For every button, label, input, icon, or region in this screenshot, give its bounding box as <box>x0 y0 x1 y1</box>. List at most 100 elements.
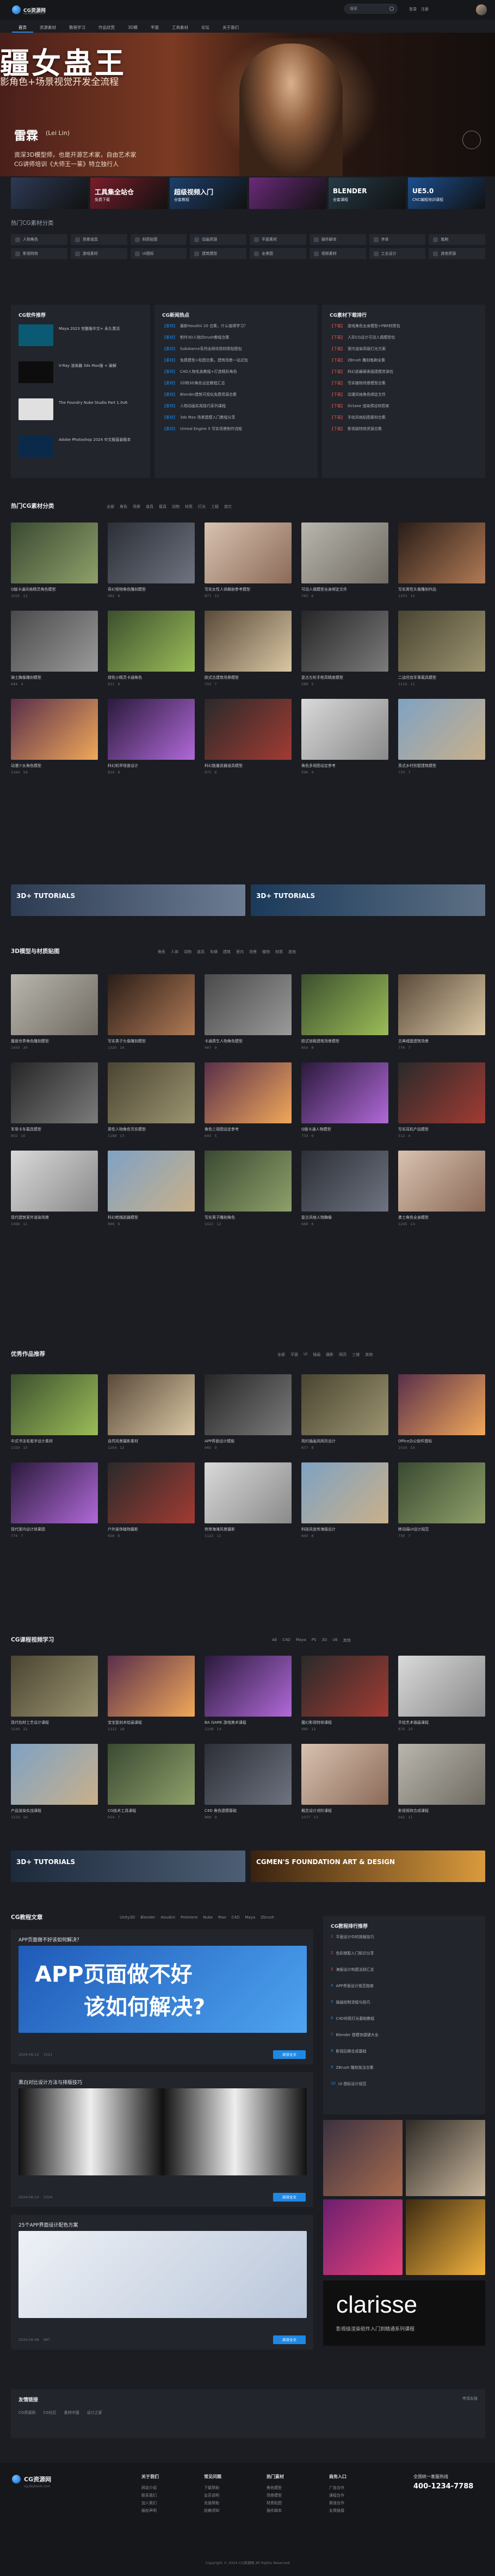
list-item-text[interactable]: Substance系列全网优质材质贴图包 <box>180 346 242 358</box>
nav-item[interactable]: 资源素材 <box>33 22 63 33</box>
card-title[interactable]: 男性人物角色写实模型 <box>108 1123 195 1132</box>
section-tab[interactable]: 材质 <box>185 504 193 509</box>
article-image[interactable] <box>18 2231 307 2318</box>
section-tab[interactable]: UE <box>332 1638 338 1643</box>
card-thumbnail[interactable] <box>301 1062 388 1123</box>
content-card[interactable]: 简约插画风网页设计 877 8 <box>301 1374 388 1455</box>
list-item-text[interactable]: 人形CG设计可动人偶模型包 <box>348 335 395 346</box>
ad-banner[interactable]: 3D+ TUTORIALS <box>11 884 245 916</box>
card-thumbnail[interactable] <box>108 1744 195 1805</box>
side-thumb[interactable] <box>406 2199 485 2275</box>
card-title[interactable]: 可动人偶模型全身绑定文件 <box>301 583 388 592</box>
section-tab[interactable]: Maya <box>245 1915 255 1920</box>
quick-category[interactable]: UI图标 <box>130 248 187 259</box>
quick-category[interactable]: 人物角色 <box>11 234 67 245</box>
content-card[interactable]: 写实男子头像雕刻模型 1320 16 <box>108 974 195 1055</box>
section-tab[interactable]: 载具 <box>159 504 166 509</box>
software-label[interactable]: V-Ray 渲染器 3ds Max版 + 破解 <box>59 361 140 383</box>
card-thumbnail[interactable] <box>398 1151 485 1212</box>
card-thumbnail[interactable] <box>11 611 98 672</box>
list-item-text[interactable]: 最新Houdini 20 合集，什么值得学习？ <box>180 323 247 335</box>
quick-category[interactable]: 建筑模型 <box>190 248 246 259</box>
apply-link[interactable]: 申请友链 <box>462 2396 478 2401</box>
card-title[interactable]: Q版卡通风格精灵角色模型 <box>11 583 98 592</box>
rank-item[interactable]: 7 Blender 建模快捷键大全 <box>331 2032 483 2049</box>
content-card[interactable]: 产品渲染实战课程 1233 16 <box>11 1744 98 1824</box>
card-title[interactable]: Q版卡通人物模型 <box>301 1123 388 1132</box>
card-title[interactable]: 写实男子头像雕刻模型 <box>108 1035 195 1044</box>
section-tab[interactable]: 其他 <box>365 1352 373 1357</box>
card-thumbnail[interactable] <box>398 522 485 583</box>
card-title[interactable]: 魔兽世界角色雕刻模型 <box>11 1035 98 1044</box>
section-tab[interactable]: 植物 <box>262 949 270 955</box>
list-item-text[interactable]: 制作3D人物Zbrush教程合集 <box>180 335 229 346</box>
card-title[interactable]: 古典城堡建筑场景 <box>398 1035 485 1044</box>
card-thumbnail[interactable] <box>301 1656 388 1717</box>
section-tab[interactable]: 场景 <box>249 949 257 955</box>
section-tab[interactable]: 插画 <box>313 1352 320 1357</box>
list-item[interactable]: 【素材】 Substance系列全网优质材质贴图包 <box>162 346 314 358</box>
list-item[interactable]: 【下载】 Octane 渲染预设材质库 <box>330 403 482 415</box>
rank-item[interactable]: 10 UI 图标设计规范 <box>331 2081 483 2098</box>
section-tab[interactable]: Maya <box>296 1638 306 1643</box>
article-image[interactable] <box>18 2088 307 2175</box>
card-thumbnail[interactable] <box>205 1374 292 1435</box>
content-card[interactable]: 科幻枪械武器模型 899 9 <box>108 1151 195 1231</box>
content-card[interactable]: 复古风格人物胸像 688 6 <box>301 1151 388 1231</box>
side-thumb[interactable] <box>323 2120 403 2196</box>
promo-banner[interactable]: 超级视频入门 全套教程 <box>170 177 247 209</box>
software-item[interactable]: The Foundry Nuke Studio Part 1.0v6 <box>18 398 149 420</box>
rank-item[interactable]: 4 APP界面设计规范指南 <box>331 1983 483 2000</box>
rank-text[interactable]: APP界面设计规范指南 <box>336 1983 373 2000</box>
promo-banner[interactable] <box>11 177 88 209</box>
list-item-text[interactable]: ZBrush 雕刻笔刷全集 <box>348 358 385 369</box>
card-thumbnail[interactable] <box>398 1374 485 1435</box>
list-item[interactable]: 【素材】 Unreal Engine 5 写实场景制作流程 <box>162 426 314 438</box>
card-title[interactable]: 户外装饰植物摄影 <box>108 1523 195 1532</box>
footer-link[interactable]: 会员说明 <box>204 2493 221 2500</box>
list-item-text[interactable]: 科幻武器硬表面建模资源包 <box>348 369 393 380</box>
content-card[interactable]: 角色多视图设定参考 596 4 <box>301 699 388 779</box>
quick-category[interactable]: 影视特效 <box>11 248 67 259</box>
rank-item[interactable]: 2 色彩搭配入门知识分享 <box>331 1951 483 1967</box>
rank-text[interactable]: Blender 建模快捷键大全 <box>336 2032 378 2049</box>
card-title[interactable]: 宝宝复刻术绘画课程 <box>108 1717 195 1725</box>
footer-link[interactable]: 友情链接 <box>329 2508 346 2516</box>
content-card[interactable]: 英式乡村别墅建筑模型 733 7 <box>398 699 485 779</box>
friend-link[interactable]: 素材中国 <box>64 2410 79 2415</box>
content-card[interactable]: 欧式宫殿建筑场景模型 854 8 <box>301 974 388 1055</box>
card-title[interactable]: 现代包材工艺设计课程 <box>11 1717 98 1725</box>
card-thumbnail[interactable] <box>398 1462 485 1523</box>
rank-text[interactable]: 色彩搭配入门知识分享 <box>336 1951 374 1967</box>
content-card[interactable]: 可动人偶模型全身绑定文件 765 6 <box>301 522 388 603</box>
section-tab[interactable]: 动物 <box>172 504 180 509</box>
rank-item[interactable]: 6 C4D材质灯光基础教程 <box>331 2016 483 2032</box>
section-tab[interactable]: 其他 <box>343 1638 351 1643</box>
content-card[interactable]: 概念设计进阶课程 1077 13 <box>301 1744 388 1824</box>
card-thumbnail[interactable] <box>11 699 98 760</box>
card-title[interactable]: 科幻机甲怪兽设计 <box>108 760 195 769</box>
section-tab[interactable]: 动物 <box>184 949 191 955</box>
promo-banner[interactable]: 工具集全站仓 免费下载 <box>90 177 168 209</box>
card-thumbnail[interactable] <box>205 1151 292 1212</box>
promo-banner[interactable]: BLENDER 全套课程 <box>329 177 406 209</box>
card-thumbnail[interactable] <box>108 1062 195 1123</box>
avatar[interactable] <box>476 4 487 15</box>
card-title[interactable]: 科幻能量武器道具模型 <box>205 760 292 769</box>
section-tab[interactable]: 工程 <box>211 504 219 509</box>
card-title[interactable]: 二战坦克军事载具模型 <box>398 672 485 680</box>
content-card[interactable]: 移动端UI设计规范 730 7 <box>398 1462 485 1543</box>
software-label[interactable]: Maya 2023 完整版中文+ 永久激活 <box>59 324 140 346</box>
content-card[interactable]: Office办公软件图标 1010 10 <box>398 1374 485 1455</box>
quick-category[interactable]: 平面素材 <box>250 234 306 245</box>
section-tab[interactable]: 道具 <box>146 504 153 509</box>
section-tab[interactable]: 角色 <box>120 504 127 509</box>
content-card[interactable]: 魔兽世界角色雕刻模型 1450 20 <box>11 974 98 1055</box>
list-item[interactable]: 【下载】 动漫风格角色绑定文件 <box>330 392 482 403</box>
footer-link[interactable]: 角色模型 <box>267 2485 284 2493</box>
section-tab[interactable]: 网页 <box>339 1352 346 1357</box>
list-item[interactable]: 【素材】 3ds Max 场景建模入门教程分享 <box>162 415 314 426</box>
card-title[interactable]: 中式书法毛笔字设计素材 <box>11 1435 98 1444</box>
software-item[interactable]: Adobe Photoshop 2024 中文版直装版本 <box>18 435 149 457</box>
content-card[interactable]: 科技风宣传海报设计 840 8 <box>301 1462 388 1543</box>
